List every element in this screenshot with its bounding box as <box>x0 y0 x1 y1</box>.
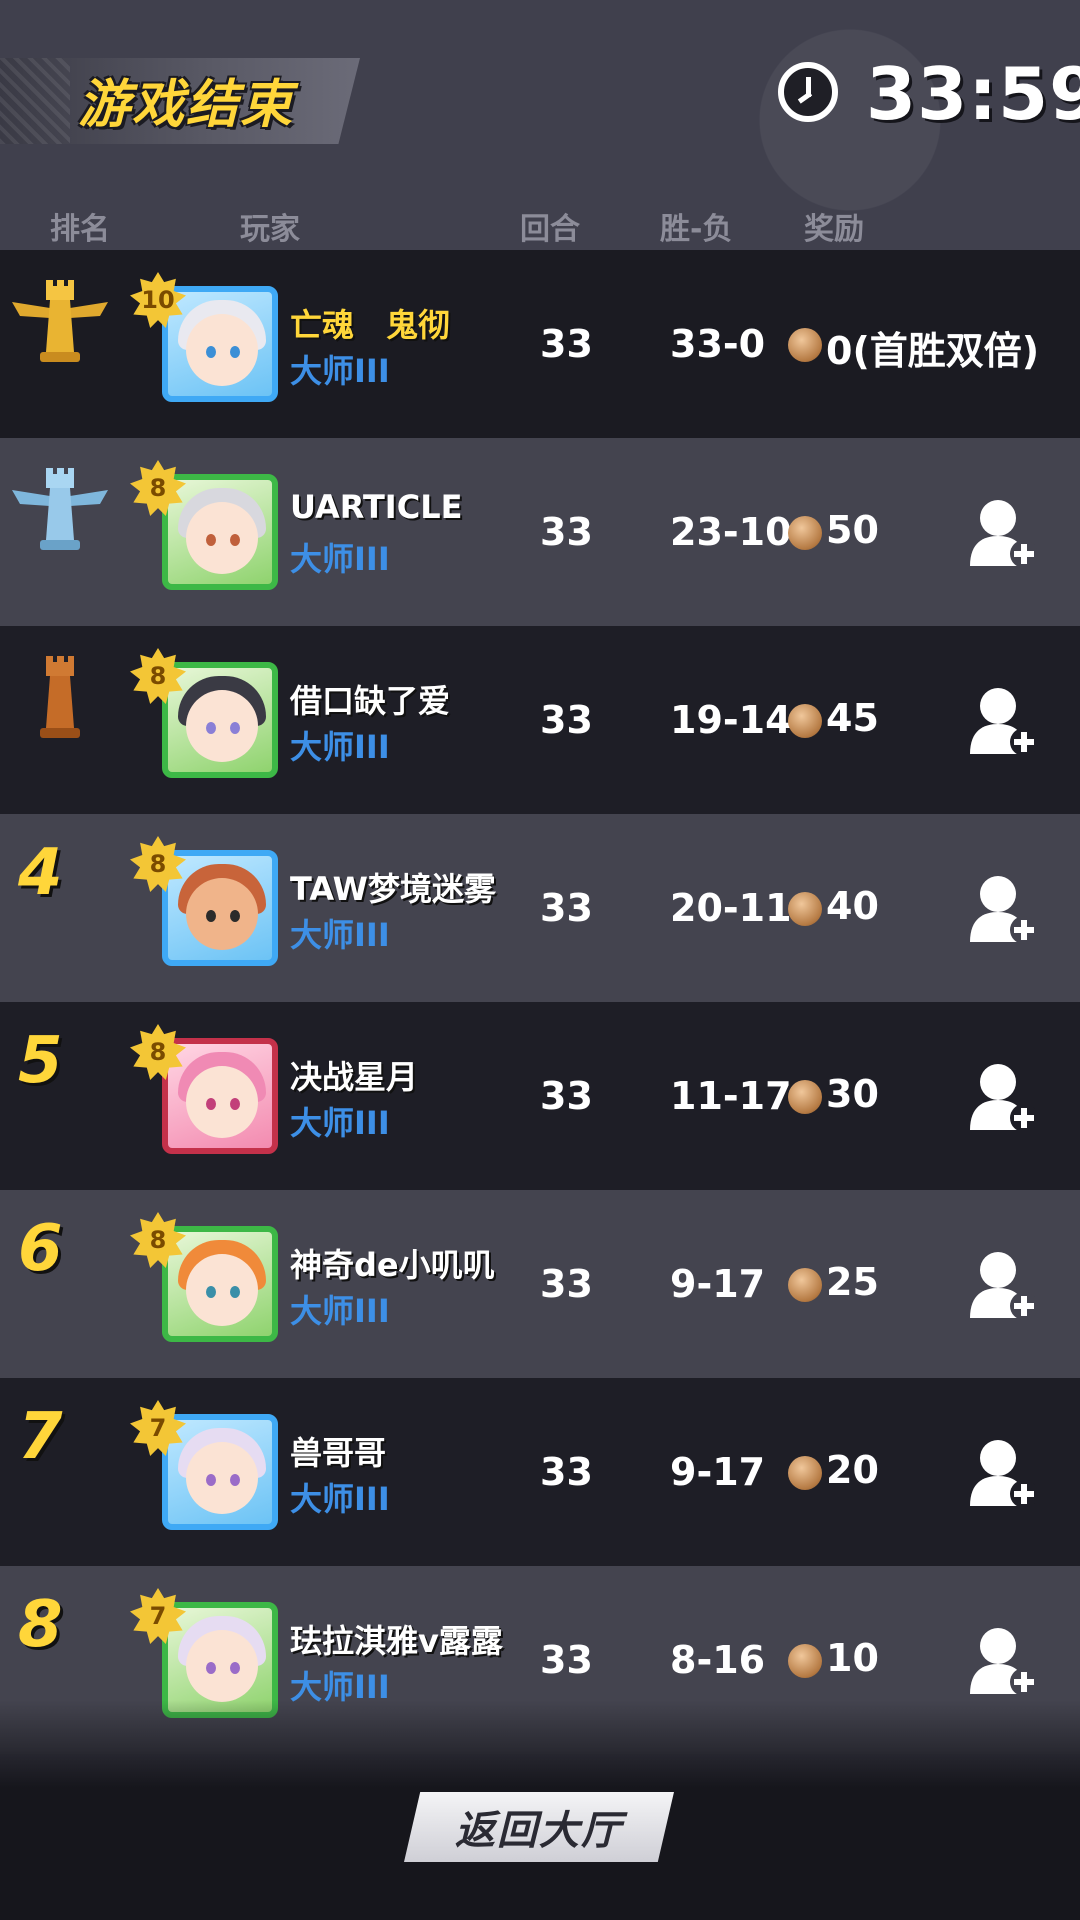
add-friend-icon[interactable] <box>968 872 1040 948</box>
coin-icon <box>788 1644 822 1678</box>
rounds-value: 33 <box>540 1074 593 1118</box>
player-row: 8 UARTICLE 大师III 33 23-10 50 <box>0 438 1080 626</box>
coin-icon <box>788 1080 822 1114</box>
reward-value: 25 <box>826 1260 879 1304</box>
column-header-rounds: 回合 <box>520 212 580 247</box>
player-tier: 大师III <box>290 728 390 766</box>
gold-rook-trophy-icon <box>12 280 108 362</box>
player-row: 6 8 神奇de小叽叽 大师III 33 9-17 25 <box>0 1190 1080 1378</box>
player-name: TAW梦境迷雾 <box>290 870 496 908</box>
add-friend-icon[interactable] <box>968 684 1040 760</box>
coin-icon <box>788 328 822 362</box>
coin-icon <box>788 1268 822 1302</box>
rounds-value: 33 <box>540 1262 593 1306</box>
win-loss-value: 11-17 <box>670 1074 792 1118</box>
page-title: 游戏结束 <box>78 75 295 135</box>
silver-rook-trophy-icon <box>12 468 108 550</box>
player-name: 借口缺了爱 <box>290 682 451 720</box>
add-friend-icon[interactable] <box>968 1248 1040 1324</box>
win-loss-value: 33-0 <box>670 322 766 366</box>
reward-value: 30 <box>826 1072 879 1116</box>
player-avatar[interactable] <box>162 1414 278 1530</box>
coin-icon <box>788 516 822 550</box>
rank-number: 8 <box>18 1588 63 1662</box>
add-friend-icon[interactable] <box>968 496 1040 572</box>
bronze-rook-trophy-icon <box>40 656 80 738</box>
rounds-value: 33 <box>540 698 593 742</box>
player-avatar[interactable] <box>162 850 278 966</box>
player-tier: 大师III <box>290 1480 390 1518</box>
player-row: 7 7 兽哥哥 大师III 33 9-17 20 <box>0 1378 1080 1566</box>
player-row: 8 借口缺了爱 大师III 33 19-14 45 <box>0 626 1080 814</box>
player-tier: 大师III <box>290 352 390 390</box>
player-avatar[interactable] <box>162 286 278 402</box>
rank-number: 6 <box>18 1212 63 1286</box>
reward-value: 0(首胜双倍) <box>826 329 1040 373</box>
win-loss-value: 23-10 <box>670 510 792 554</box>
add-friend-icon[interactable] <box>968 1624 1040 1700</box>
rank-number: 7 <box>18 1400 63 1474</box>
return-lobby-label: 返回大厅 <box>455 1808 623 1854</box>
player-name: 神奇de小叽叽 <box>290 1246 495 1284</box>
player-name: 珐拉淇雅v露露 <box>290 1622 503 1660</box>
coin-icon <box>788 704 822 738</box>
coin-icon <box>788 1456 822 1490</box>
win-loss-value: 19-14 <box>670 698 792 742</box>
column-header-rank: 排名 <box>50 212 110 247</box>
win-loss-value: 20-11 <box>670 886 792 930</box>
clock-icon <box>778 62 838 122</box>
reward-value: 10 <box>826 1636 879 1680</box>
rank-number: 4 <box>18 836 63 910</box>
add-friend-icon[interactable] <box>968 1436 1040 1512</box>
rounds-value: 33 <box>540 1450 593 1494</box>
rounds-value: 33 <box>540 510 593 554</box>
player-tier: 大师III <box>290 1292 390 1330</box>
player-name: UARTICLE <box>290 488 463 526</box>
player-avatar[interactable] <box>162 1038 278 1154</box>
column-header-win-loss: 胜-负 <box>660 212 733 247</box>
rounds-value: 33 <box>540 322 593 366</box>
coin-icon <box>788 892 822 926</box>
rounds-value: 33 <box>540 886 593 930</box>
rank-number: 5 <box>18 1024 63 1098</box>
rounds-value: 33 <box>540 1638 593 1682</box>
reward-value: 40 <box>826 884 879 928</box>
player-tier: 大师III <box>290 916 390 954</box>
win-loss-value: 8-16 <box>670 1638 766 1682</box>
win-loss-value: 9-17 <box>670 1262 766 1306</box>
player-avatar[interactable] <box>162 662 278 778</box>
game-timer: 33:59 <box>866 52 1080 136</box>
player-tier: 大师III <box>290 540 390 578</box>
player-row: 5 8 决战星月 大师III 33 11-17 30 <box>0 1002 1080 1190</box>
reward-value: 50 <box>826 508 879 552</box>
return-lobby-button[interactable]: 返回大厅 <box>404 1792 674 1862</box>
player-row: 4 8 TAW梦境迷雾 大师III 33 20-11 40 <box>0 814 1080 1002</box>
player-avatar[interactable] <box>162 474 278 590</box>
column-header-player: 玩家 <box>240 212 300 247</box>
win-loss-value: 9-17 <box>670 1450 766 1494</box>
column-header-reward: 奖励 <box>804 212 864 247</box>
reward-value: 20 <box>826 1448 879 1492</box>
player-avatar[interactable] <box>162 1226 278 1342</box>
player-name: 亡魂 鬼彻 <box>290 306 451 344</box>
player-row: 10 亡魂 鬼彻 大师III 33 33-0 0(首胜双倍) <box>0 250 1080 438</box>
player-name: 兽哥哥 <box>290 1434 387 1472</box>
player-tier: 大师III <box>290 1104 390 1142</box>
player-name: 决战星月 <box>290 1058 419 1096</box>
add-friend-icon[interactable] <box>968 1060 1040 1136</box>
reward-value: 45 <box>826 696 879 740</box>
